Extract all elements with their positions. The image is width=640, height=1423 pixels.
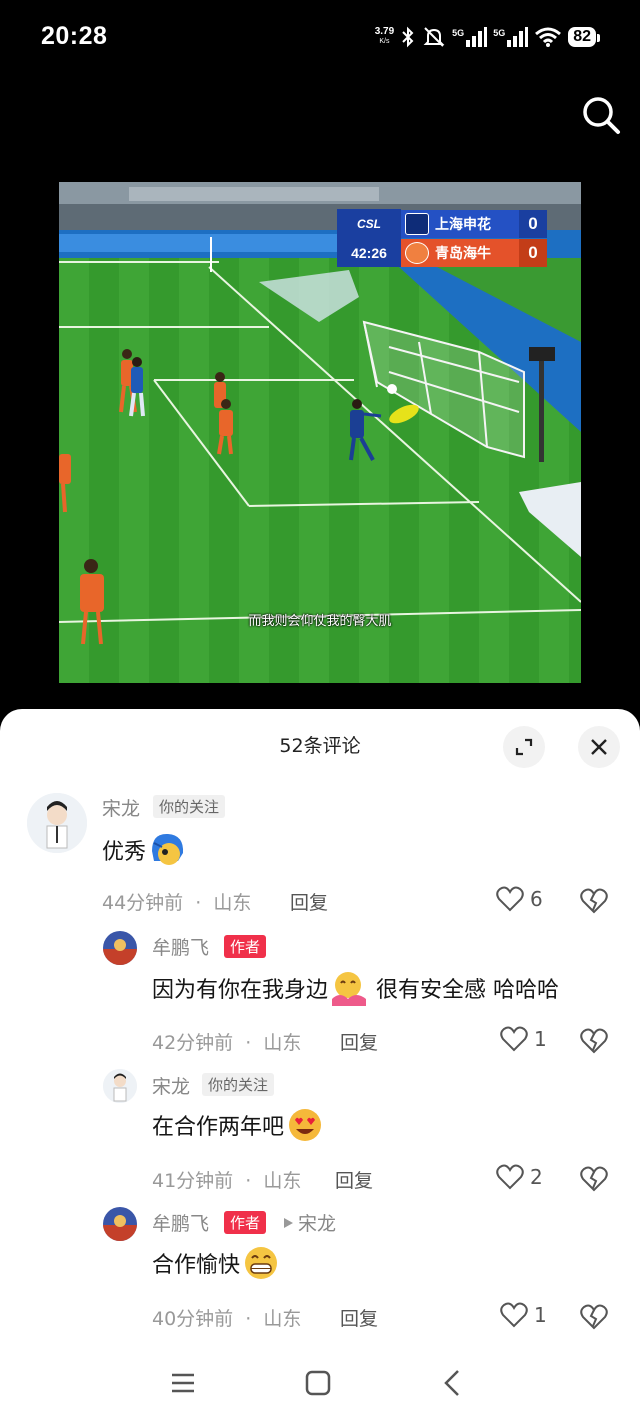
league-logo: CSL	[337, 209, 401, 239]
signal-icon	[507, 27, 529, 47]
team-1-name: 上海申花	[435, 216, 491, 232]
comment-meta: 40分钟前 · 山东	[152, 1308, 302, 1330]
search-icon[interactable]	[580, 94, 622, 136]
avatar[interactable]	[27, 793, 87, 853]
match-clock: 42:26	[337, 239, 401, 267]
team-2-score: 0	[519, 239, 547, 267]
hug-emoji	[332, 972, 367, 1006]
broken-heart-icon[interactable]	[580, 1303, 608, 1331]
heart-eyes-emoji	[289, 1109, 322, 1141]
signal-sim2: 5G	[493, 26, 529, 48]
comment-item: 宋龙 你的关注 在合作两年吧 41分钟前 · 山东 回复 2	[0, 1069, 640, 1199]
status-time: 20:28	[41, 22, 108, 50]
team-2-crest-icon	[405, 242, 429, 264]
close-icon	[591, 739, 607, 755]
comment-username[interactable]: 宋龙	[152, 1072, 190, 1099]
back-icon[interactable]	[438, 1368, 468, 1398]
author-tag: 作者	[224, 1211, 267, 1234]
scoreboard-team-1: 上海申花 0	[401, 210, 547, 238]
avatar[interactable]	[103, 1207, 137, 1241]
signal-sim1: 5G	[452, 26, 488, 48]
reply-button[interactable]: 回复	[340, 1304, 378, 1331]
reply-button[interactable]: 回复	[290, 888, 328, 915]
like-button[interactable]: 1	[500, 1302, 547, 1328]
broken-heart-icon[interactable]	[580, 1165, 608, 1193]
status-bar: 20:28 3.79 K/s 5G 5G 82	[0, 0, 640, 76]
comment-username[interactable]: 牟鹏飞	[152, 1209, 209, 1236]
comment-text: 优秀	[102, 831, 186, 869]
home-icon[interactable]	[303, 1368, 333, 1398]
broken-heart-icon[interactable]	[580, 887, 608, 915]
video-subtitle: 而我则会仰仗我的臀大肌	[248, 614, 392, 629]
comment-meta: 41分钟前 · 山东	[152, 1170, 302, 1192]
bluetooth-icon	[402, 26, 414, 48]
like-button[interactable]: 2	[496, 1164, 543, 1190]
following-tag: 你的关注	[202, 1073, 275, 1096]
heart-icon	[500, 1026, 528, 1052]
heart-icon	[496, 1164, 524, 1190]
signal-icon	[466, 27, 488, 47]
mute-icon	[423, 27, 445, 47]
heart-icon	[496, 886, 524, 912]
like-button[interactable]: 1	[500, 1026, 547, 1052]
like-button[interactable]: 6	[496, 886, 543, 912]
like-count: 2	[530, 1165, 543, 1189]
like-count: 1	[534, 1303, 547, 1327]
net-speed: 3.79 K/s	[374, 26, 395, 46]
following-tag: 你的关注	[153, 795, 226, 818]
battery-icon: 82	[568, 27, 600, 47]
author-tag: 作者	[224, 935, 267, 958]
reply-button[interactable]: 回复	[335, 1166, 373, 1193]
wifi-icon	[535, 27, 562, 47]
comment-username[interactable]: 宋龙	[102, 794, 140, 821]
like-count: 1	[534, 1027, 547, 1051]
team-1-crest-icon	[405, 213, 429, 235]
comment-meta: 44分钟前 · 山东	[102, 892, 252, 914]
heart-icon	[500, 1302, 528, 1328]
comment-username[interactable]: 牟鹏飞	[152, 933, 209, 960]
comments-sheet: 52条评论 宋龙 你的关注 优秀 44分钟前 · 山东 回复 6 牟鹏飞 作者 …	[0, 709, 640, 1423]
status-icons: 3.79 K/s 5G 5G 82	[374, 22, 600, 52]
play-arrow-icon	[284, 1217, 293, 1228]
menu-icon[interactable]	[168, 1368, 198, 1398]
reply-button[interactable]: 回复	[340, 1028, 378, 1055]
team-2-name: 青岛海牛	[435, 245, 491, 261]
reply-to-user[interactable]: 宋龙	[282, 1209, 336, 1236]
scoreboard: CSL 42:26 上海申花 0 青岛海牛 0	[337, 209, 547, 269]
comment-item: 牟鹏飞 作者 因为有你在我身边 很有安全感 哈哈哈 42分钟前 · 山东 回复 …	[0, 931, 640, 1061]
grin-emoji	[245, 1247, 278, 1279]
avatar[interactable]	[103, 931, 137, 965]
expand-icon	[515, 738, 533, 756]
system-nav-bar	[0, 1340, 640, 1423]
crying-face-emoji	[152, 833, 184, 865]
comment-text: 合作愉快	[152, 1244, 280, 1282]
comment-text: 在合作两年吧	[152, 1106, 324, 1144]
broken-heart-icon[interactable]	[580, 1027, 608, 1055]
team-1-score: 0	[519, 210, 547, 238]
comment-item: 宋龙 你的关注 优秀 44分钟前 · 山东 回复 6	[0, 789, 640, 919]
scoreboard-team-2: 青岛海牛 0	[401, 239, 547, 267]
avatar[interactable]	[103, 1069, 137, 1103]
like-count: 6	[530, 887, 543, 911]
video-player[interactable]: CSL 42:26 上海申花 0 青岛海牛 0 而我则会仰仗我的臀大肌	[59, 182, 581, 683]
comment-item: 牟鹏飞 作者 宋龙 合作愉快 40分钟前 · 山东 回复 1	[0, 1207, 640, 1337]
close-button[interactable]	[578, 726, 620, 768]
comment-text: 因为有你在我身边 很有安全感 哈哈哈	[152, 969, 559, 1007]
comment-meta: 42分钟前 · 山东	[152, 1032, 302, 1054]
expand-button[interactable]	[503, 726, 545, 768]
